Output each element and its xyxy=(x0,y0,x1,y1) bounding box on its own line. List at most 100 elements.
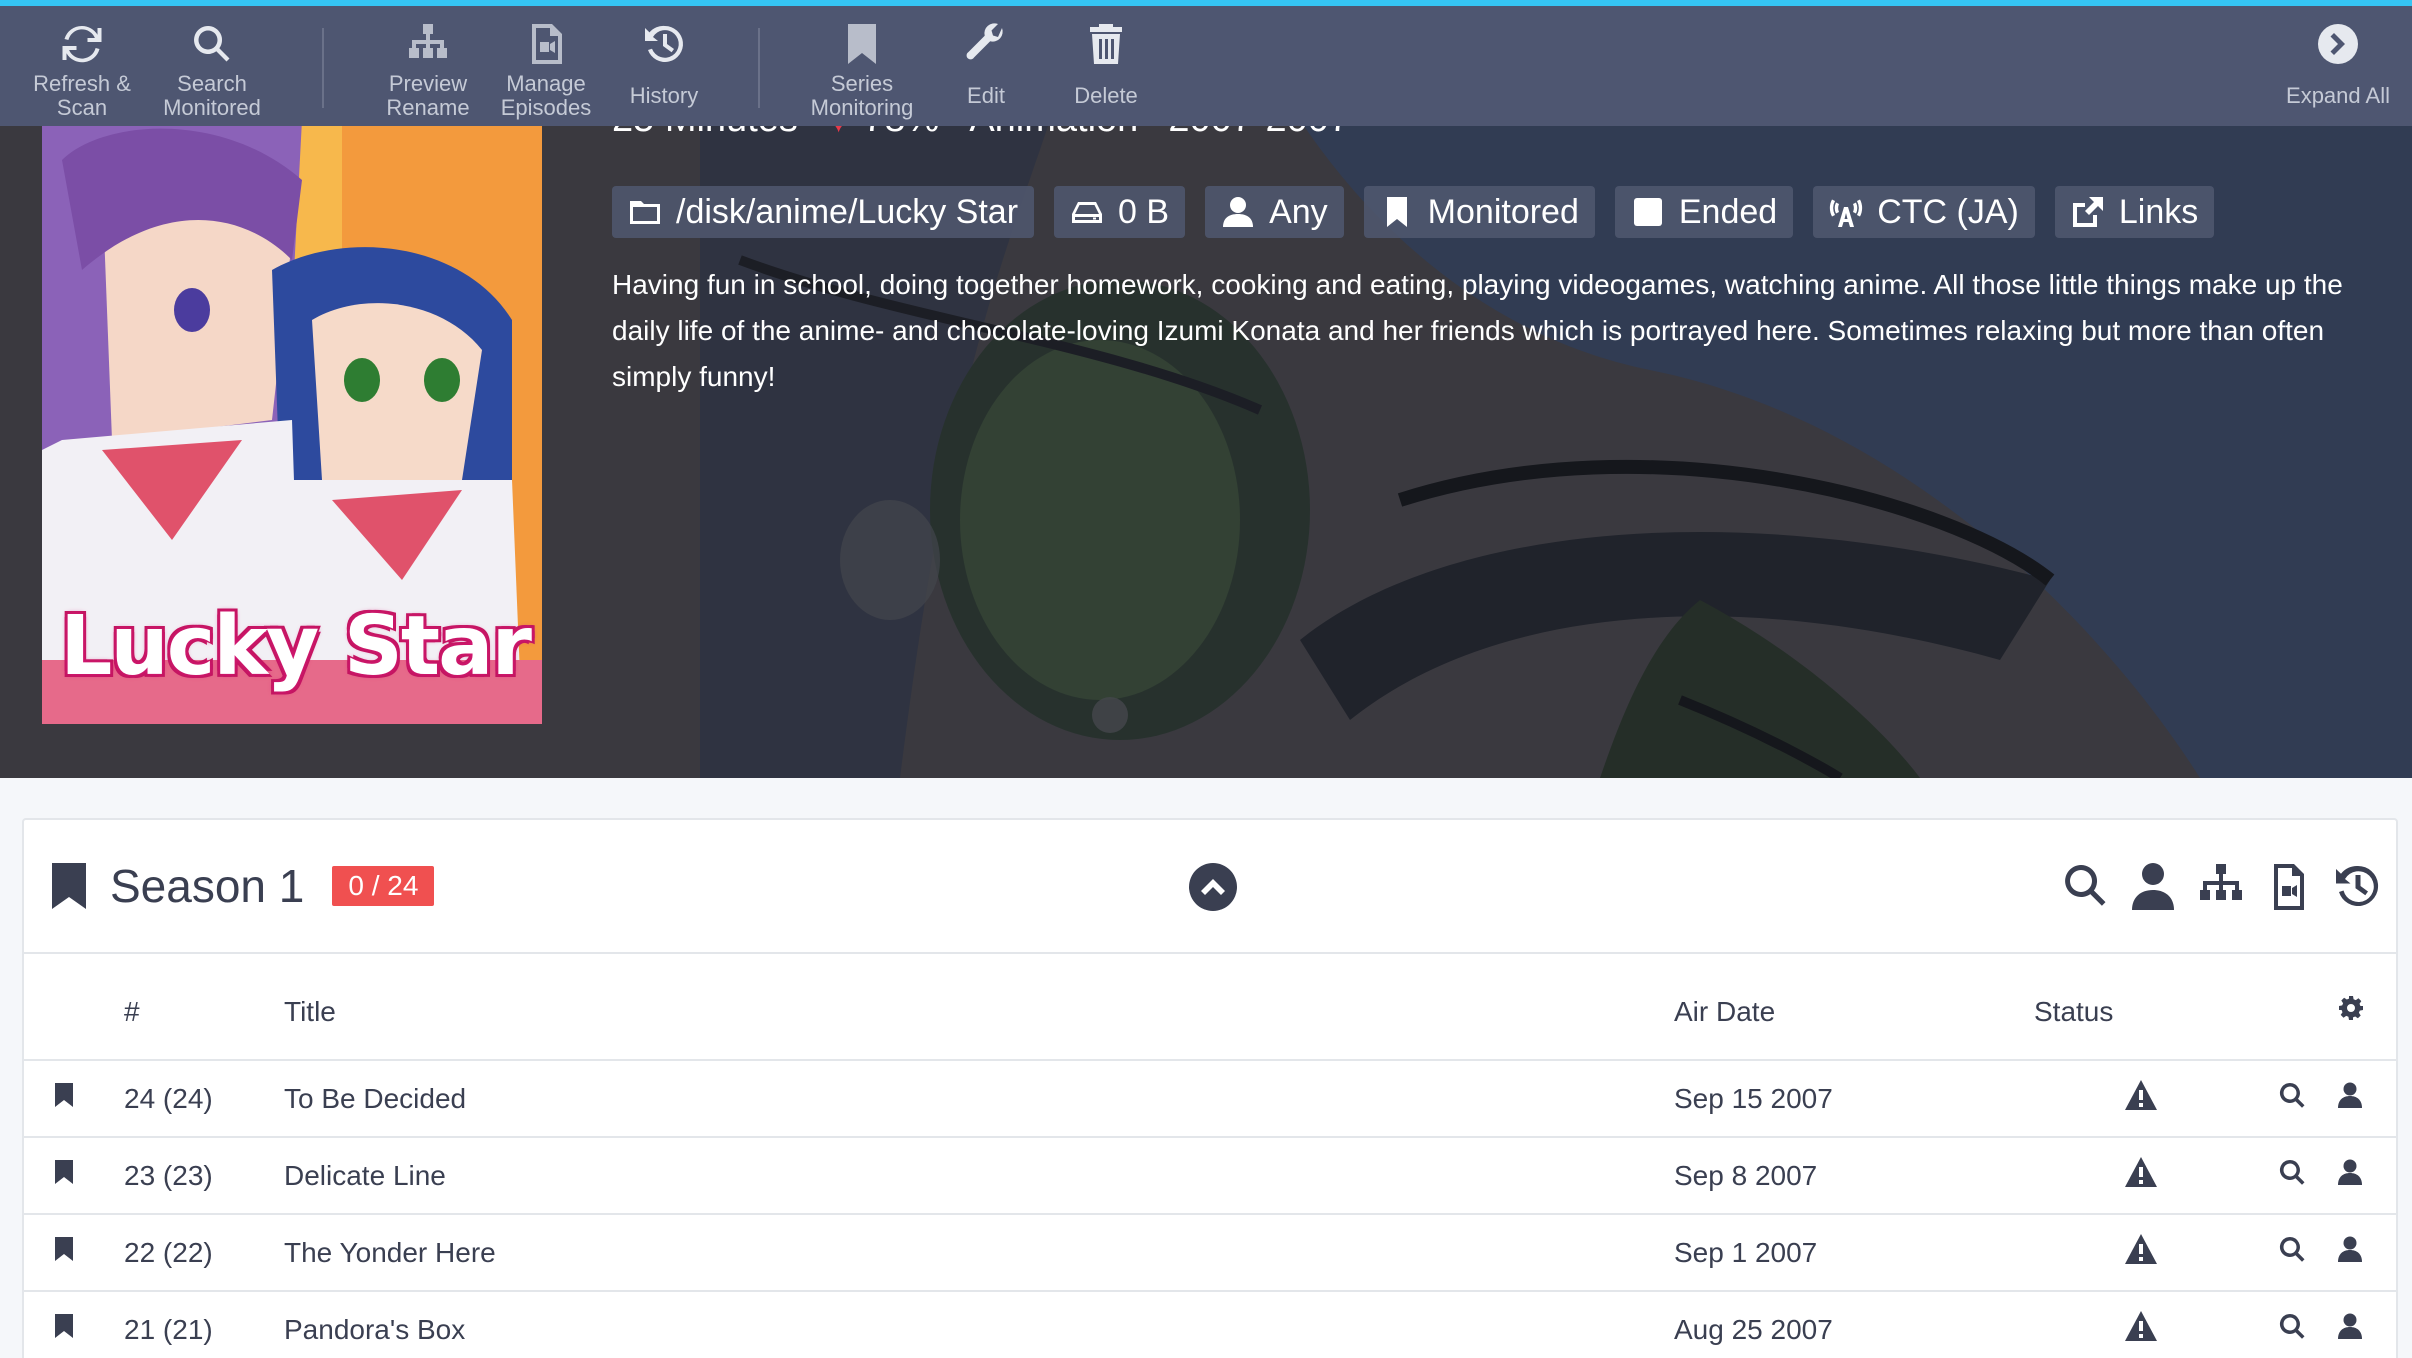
episode-table: # Title Air Date Status 24 (24) To Be De… xyxy=(24,954,2396,1358)
season-header: Season 1 0 / 24 xyxy=(24,820,2396,954)
preview-rename-button[interactable]: Preview Rename xyxy=(378,6,478,126)
page-toolbar: Refresh & Scan Search Monitored Preview … xyxy=(0,0,2412,126)
bookmark-icon xyxy=(55,1160,73,1184)
episode-air-date: Sep 15 2007 xyxy=(1674,1060,2034,1138)
air-date-header[interactable]: Air Date xyxy=(1674,954,2034,1061)
search-icon xyxy=(188,20,236,68)
bookmark-icon xyxy=(838,20,886,68)
episode-status xyxy=(2034,1137,2208,1215)
status-header[interactable]: Status xyxy=(2034,954,2208,1061)
history-button[interactable]: History xyxy=(614,6,714,126)
user-icon[interactable] xyxy=(2336,1081,2364,1109)
chevron-circle-right-icon xyxy=(2314,20,2362,68)
wrench-icon xyxy=(962,20,1010,68)
table-row: 23 (23) Delicate Line Sep 8 2007 xyxy=(24,1137,2396,1215)
episode-actions xyxy=(2208,1214,2396,1292)
search-icon[interactable] xyxy=(2278,1158,2306,1186)
title-header[interactable]: Title xyxy=(284,954,1674,1061)
monitor-toggle[interactable] xyxy=(24,1291,94,1358)
warning-icon xyxy=(2125,1157,2157,1187)
season-panel: Season 1 0 / 24 # Title Air Date Status xyxy=(22,818,2398,1358)
external-link-icon xyxy=(2072,197,2103,227)
search-icon[interactable] xyxy=(2060,860,2110,914)
edit-button[interactable]: Edit xyxy=(936,6,1036,126)
season-title: Season 1 xyxy=(110,860,305,912)
size-tag: 0 B xyxy=(1054,186,1186,238)
history-icon[interactable] xyxy=(2332,860,2382,914)
number-header[interactable]: # xyxy=(94,954,284,1061)
bookmark-icon xyxy=(55,1237,73,1261)
episode-number: 22 (22) xyxy=(94,1214,284,1292)
table-row: 22 (22) The Yonder Here Sep 1 2007 xyxy=(24,1214,2396,1292)
episode-number: 23 (23) xyxy=(94,1137,284,1215)
refresh-scan-button[interactable]: Refresh & Scan xyxy=(32,6,132,126)
episode-title[interactable]: To Be Decided xyxy=(284,1060,1674,1138)
episode-actions xyxy=(2208,1291,2396,1358)
manage-episodes-button[interactable]: Manage Episodes xyxy=(496,6,596,126)
hard-drive-icon xyxy=(1072,202,1103,223)
toolbar-separator xyxy=(758,28,760,108)
episode-title[interactable]: Pandora's Box xyxy=(284,1291,1674,1358)
monitored-tag: Monitored xyxy=(1363,186,1595,238)
file-video-icon[interactable] xyxy=(2264,860,2314,914)
episode-number: 21 (21) xyxy=(94,1291,284,1358)
delete-button[interactable]: Delete xyxy=(1056,6,1156,126)
monitor-toggle[interactable] xyxy=(24,1137,94,1215)
bookmark-icon xyxy=(1386,197,1407,227)
user-icon[interactable] xyxy=(2336,1312,2364,1340)
gear-icon xyxy=(2339,996,2363,1020)
episode-air-date: Sep 8 2007 xyxy=(1674,1137,2034,1215)
episode-actions xyxy=(2208,1137,2396,1215)
episode-air-date: Sep 1 2007 xyxy=(1674,1214,2034,1292)
trash-icon xyxy=(1082,20,1130,68)
episode-status xyxy=(2034,1291,2208,1358)
chevron-circle-up-icon xyxy=(1189,863,1237,911)
warning-icon xyxy=(2125,1080,2157,1110)
bookmark-icon xyxy=(55,1083,73,1107)
table-row: 21 (21) Pandora's Box Aug 25 2007 xyxy=(24,1291,2396,1358)
episode-number: 24 (24) xyxy=(94,1060,284,1138)
episode-title[interactable]: The Yonder Here xyxy=(284,1214,1674,1292)
series-poster[interactable]: Lucky Star xyxy=(42,120,542,724)
refresh-icon xyxy=(58,20,106,68)
collapse-season-button[interactable] xyxy=(1188,862,1238,912)
table-options[interactable] xyxy=(2208,954,2396,1061)
sitemap-icon[interactable] xyxy=(2196,860,2246,914)
links-tag[interactable]: Links xyxy=(2054,186,2215,238)
episode-actions xyxy=(2208,1060,2396,1138)
network-tag: CTC (JA) xyxy=(1813,186,2035,238)
poster-logo: Lucky Star xyxy=(60,599,532,694)
table-row: 24 (24) To Be Decided Sep 15 2007 xyxy=(24,1060,2396,1138)
search-icon[interactable] xyxy=(2278,1312,2306,1340)
path-tag: /disk/anime/Lucky Star xyxy=(612,186,1035,238)
season-title-group: Season 1 0 / 24 xyxy=(50,859,435,913)
episode-status xyxy=(2034,1214,2208,1292)
status-tag: Ended xyxy=(1614,186,1794,238)
series-tags: /disk/anime/Lucky Star 0 B Any Monitored… xyxy=(612,186,2215,238)
user-icon[interactable] xyxy=(2336,1235,2364,1263)
file-video-icon xyxy=(522,20,570,68)
user-icon[interactable] xyxy=(2336,1158,2364,1186)
monitor-toggle[interactable] xyxy=(24,1214,94,1292)
episode-count-badge: 0 / 24 xyxy=(332,866,435,906)
folder-icon xyxy=(630,201,660,224)
user-icon[interactable] xyxy=(2128,860,2178,914)
search-icon[interactable] xyxy=(2278,1235,2306,1263)
warning-icon xyxy=(2125,1234,2157,1264)
series-monitoring-button[interactable]: Series Monitoring xyxy=(802,6,922,126)
bookmark-icon[interactable] xyxy=(50,861,88,911)
episode-air-date: Aug 25 2007 xyxy=(1674,1291,2034,1358)
user-icon xyxy=(1223,197,1254,227)
monitored-header xyxy=(24,954,94,1061)
search-icon[interactable] xyxy=(2278,1081,2306,1109)
sitemap-icon xyxy=(404,20,452,68)
expand-all-button[interactable]: Expand All xyxy=(2276,6,2400,126)
series-overview: Having fun in school, doing together hom… xyxy=(612,269,2343,392)
table-header-row: # Title Air Date Status xyxy=(24,954,2396,1061)
monitor-toggle[interactable] xyxy=(24,1060,94,1138)
quality-profile-tag: Any xyxy=(1205,186,1344,238)
search-monitored-button[interactable]: Search Monitored xyxy=(152,6,272,126)
series-header: Lucky Star 25 Minutes ♥ 78% Animation 20… xyxy=(0,120,2412,778)
episode-status xyxy=(2034,1060,2208,1138)
episode-title[interactable]: Delicate Line xyxy=(284,1137,1674,1215)
